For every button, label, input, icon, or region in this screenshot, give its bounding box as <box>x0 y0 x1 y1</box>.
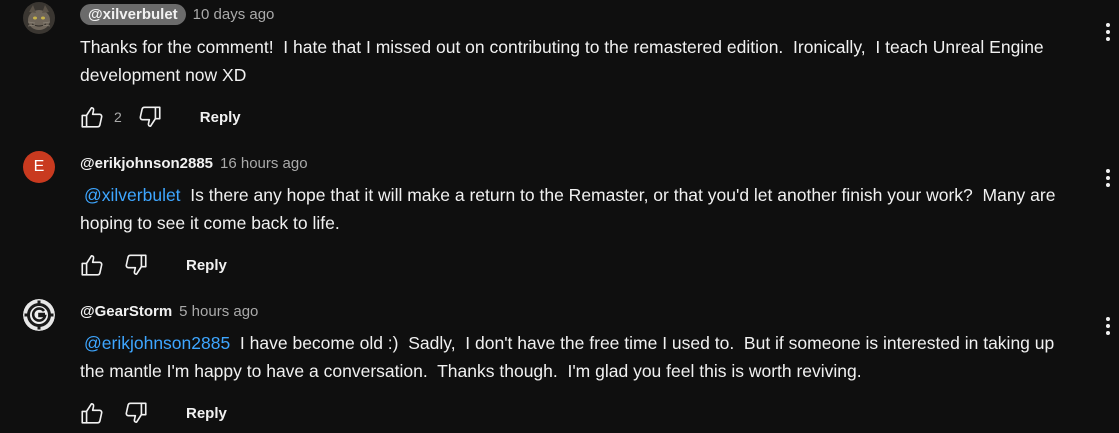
like-button[interactable] <box>78 103 106 131</box>
comment-actions: Reply <box>78 250 227 280</box>
more-actions-icon[interactable] <box>1098 18 1118 46</box>
dislike-button[interactable] <box>136 103 164 131</box>
comment-timestamp[interactable]: 5 hours ago <box>179 303 258 320</box>
channel-handle[interactable]: @xilverbulet <box>80 3 186 25</box>
comment-timestamp[interactable]: 16 hours ago <box>220 155 308 172</box>
comment-text: @erikjohnson2885 I have become old :) Sa… <box>80 329 1080 385</box>
reply-button[interactable]: Reply <box>186 405 227 422</box>
comment-actions: Reply <box>78 398 227 428</box>
like-button[interactable] <box>78 251 106 279</box>
thumbs-down-icon <box>125 254 147 276</box>
avatar[interactable]: E <box>23 151 55 183</box>
thumbs-up-icon <box>81 402 103 424</box>
comment-header: @GearStorm 5 hours ago <box>80 299 258 323</box>
comment-actions: 2 Reply <box>78 102 241 132</box>
comment-header: @erikjohnson2885 16 hours ago <box>80 151 308 175</box>
mention-link[interactable]: @erikjohnson2885 <box>84 333 230 353</box>
thumbs-up-icon <box>81 254 103 276</box>
avatar-letter: E <box>33 158 45 175</box>
comment-header: @xilverbulet 10 days ago <box>80 2 274 26</box>
more-actions-icon[interactable] <box>1098 312 1118 340</box>
channel-handle[interactable]: @GearStorm <box>80 303 172 320</box>
like-count: 2 <box>114 109 122 125</box>
like-button[interactable] <box>78 399 106 427</box>
gear-logo-avatar-icon <box>23 299 55 331</box>
mention-link[interactable]: @xilverbulet <box>84 185 181 205</box>
cat-photo-avatar-icon <box>23 2 55 34</box>
avatar[interactable] <box>23 2 55 34</box>
avatar[interactable] <box>23 299 55 331</box>
dislike-button[interactable] <box>122 399 150 427</box>
comment-text: Thanks for the comment! I hate that I mi… <box>80 37 1049 85</box>
more-actions-icon[interactable] <box>1098 164 1118 192</box>
reply-button[interactable]: Reply <box>200 109 241 126</box>
comment-text: @xilverbulet Is there any hope that it w… <box>80 181 1080 237</box>
reply-button[interactable]: Reply <box>186 257 227 274</box>
channel-handle[interactable]: @erikjohnson2885 <box>80 155 213 172</box>
comment-body: Is there any hope that it will make a re… <box>80 185 1061 233</box>
thumbs-down-icon <box>139 106 161 128</box>
thumbs-down-icon <box>125 402 147 424</box>
thumbs-up-icon <box>81 106 103 128</box>
dislike-button[interactable] <box>122 251 150 279</box>
comment-timestamp[interactable]: 10 days ago <box>193 6 275 23</box>
